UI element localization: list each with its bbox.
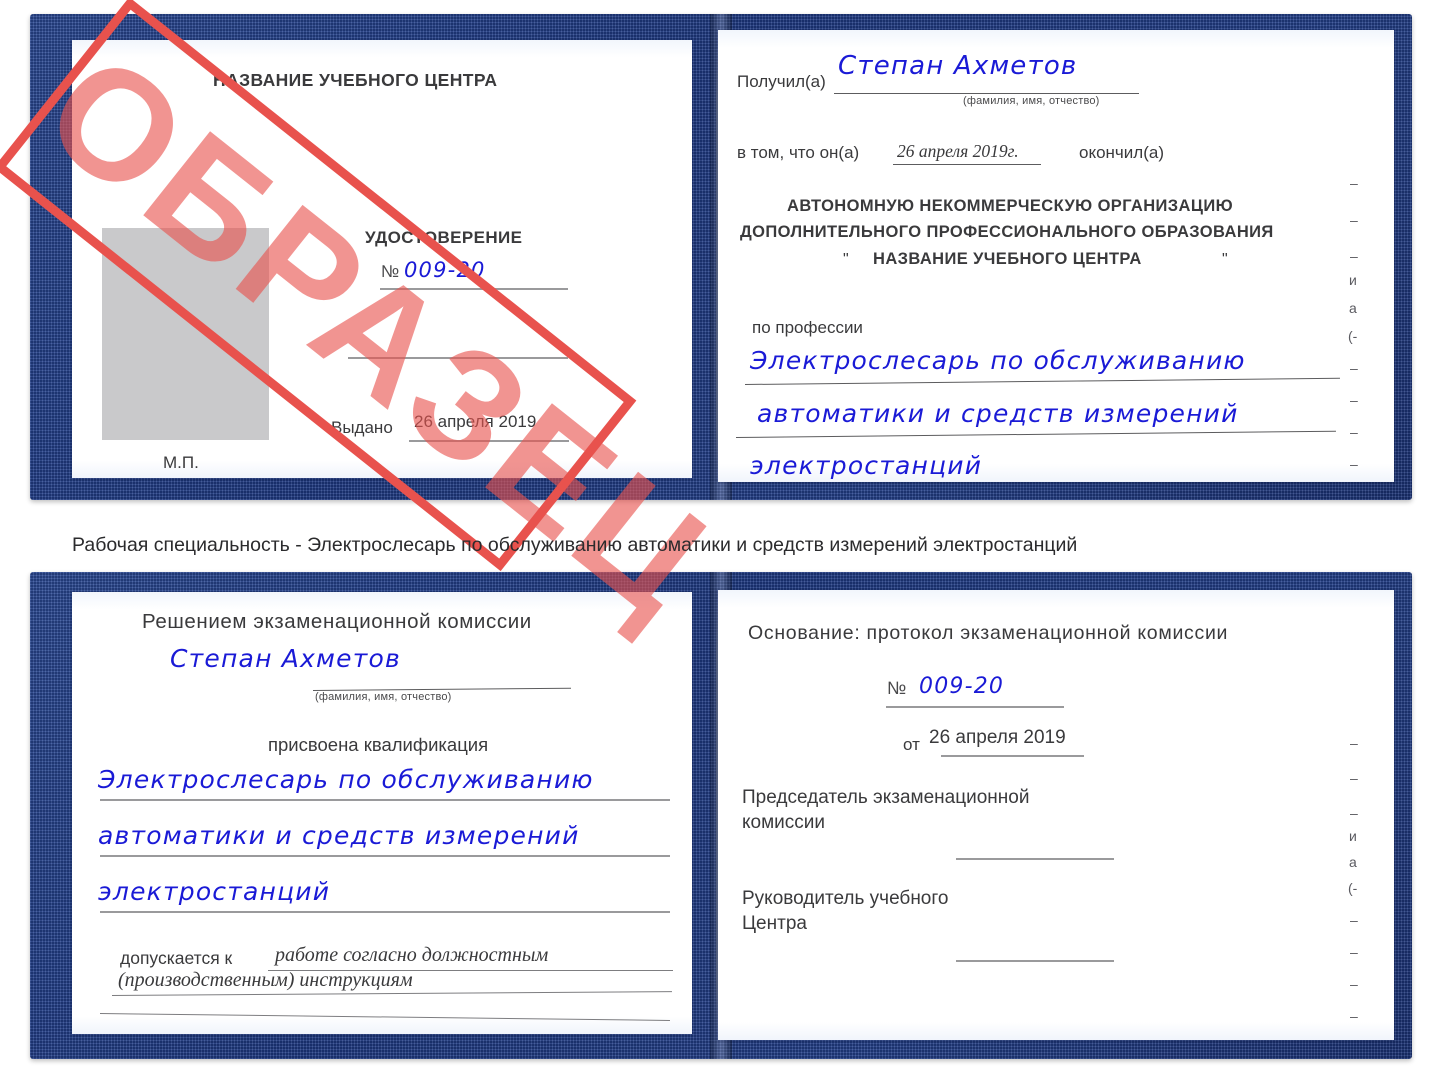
organization-line-2: ДОПОЛНИТЕЛЬНОГО ПРОФЕССИОНАЛЬНОГО ОБРАЗО… bbox=[740, 223, 1274, 241]
edge-mark-b4: а bbox=[1349, 854, 1357, 870]
edge-mark-b8: – bbox=[1350, 976, 1358, 992]
issued-label: Выдано bbox=[331, 418, 393, 437]
profession-line-2: автоматики и средств измерений bbox=[757, 399, 1239, 428]
qualification-rule-3 bbox=[100, 911, 670, 913]
admitted-line-1: работе согласно должностным bbox=[275, 944, 549, 966]
caption-text: Рабочая специальность - Электрослесарь п… bbox=[72, 534, 1078, 556]
bottom-certificate-gutter bbox=[716, 600, 718, 1032]
head-line-1: Руководитель учебного bbox=[742, 888, 949, 909]
profession-line-3: электростанций bbox=[750, 451, 983, 480]
issued-date-rule bbox=[409, 440, 569, 442]
protocol-number-value: 009-20 bbox=[919, 674, 1005, 699]
organization-quote-open: " bbox=[843, 251, 849, 268]
organization-line-1: АВТОНОМНУЮ НЕКОММЕРЧЕСКУЮ ОРГАНИЗАЦИЮ bbox=[787, 197, 1233, 215]
certificate-number-rule bbox=[380, 288, 568, 290]
edge-mark-3: и bbox=[1349, 272, 1357, 288]
edge-mark-b1: – bbox=[1350, 770, 1358, 786]
edge-mark-0: – bbox=[1350, 175, 1358, 191]
photo-placeholder bbox=[102, 228, 269, 440]
received-name-rule bbox=[834, 93, 1139, 94]
profession-line-1: Электрослесарь по обслуживанию bbox=[750, 346, 1246, 375]
bottom-name-value: Степан Ахметов bbox=[170, 644, 401, 673]
received-name-value: Степан Ахметов bbox=[838, 51, 1078, 81]
chairman-line-2: комиссии bbox=[742, 812, 825, 833]
clause-date-value: 26 апреля 2019г. bbox=[897, 141, 1019, 161]
edge-mark-6: – bbox=[1350, 360, 1358, 376]
admitted-label: допускается к bbox=[120, 948, 233, 968]
certificate-title: УДОСТОВЕРЕНИЕ bbox=[365, 228, 523, 247]
head-line-2: Центра bbox=[742, 913, 807, 934]
edge-mark-4: а bbox=[1349, 300, 1357, 316]
blank-rule-1 bbox=[348, 357, 568, 359]
protocol-number-rule bbox=[886, 706, 1064, 708]
edge-mark-b9: – bbox=[1350, 1008, 1358, 1024]
qualification-rule-1 bbox=[100, 799, 670, 801]
chairman-line-1: Председатель экзаменационной bbox=[742, 787, 1030, 808]
protocol-number-label: № bbox=[887, 678, 907, 698]
protocol-date-label: от bbox=[903, 735, 920, 754]
clause-prefix: в том, что он(а) bbox=[737, 143, 860, 162]
name-hint-top: (фамилия, имя, отчество) bbox=[963, 95, 1100, 107]
edge-mark-7: – bbox=[1350, 392, 1358, 408]
head-signature-rule bbox=[956, 960, 1114, 962]
commission-decision-heading: Решением экзаменационной комиссии bbox=[142, 610, 532, 633]
organization-quote-close: " bbox=[1222, 251, 1228, 268]
edge-mark-b3: и bbox=[1349, 828, 1357, 844]
edge-mark-5: (- bbox=[1348, 328, 1358, 344]
training-center-name-heading: НАЗВАНИЕ УЧЕБНОГО ЦЕНТРА bbox=[213, 70, 498, 90]
edge-mark-8: – bbox=[1350, 424, 1358, 440]
received-label: Получил(а) bbox=[737, 72, 826, 91]
seal-place-label: М.П. bbox=[163, 453, 199, 472]
qualification-rule-2 bbox=[100, 855, 670, 857]
clause-date-rule bbox=[893, 164, 1041, 165]
basis-label: Основание: протокол экзаменационной коми… bbox=[748, 622, 1229, 644]
edge-mark-b5: (- bbox=[1348, 880, 1358, 896]
organization-line-3: НАЗВАНИЕ УЧЕБНОГО ЦЕНТРА bbox=[873, 250, 1142, 268]
protocol-date-value: 26 апреля 2019 bbox=[929, 727, 1066, 748]
protocol-date-rule bbox=[941, 755, 1084, 757]
profession-label: по профессии bbox=[752, 318, 863, 337]
qualification-line-3: электростанций bbox=[98, 877, 331, 906]
name-hint-bottom: (фамилия, имя, отчество) bbox=[315, 691, 452, 703]
top-certificate-gutter bbox=[716, 48, 718, 478]
qualification-line-2: автоматики и средств измерений bbox=[98, 821, 580, 850]
edge-mark-1: – bbox=[1350, 212, 1358, 228]
edge-mark-b7: – bbox=[1350, 944, 1358, 960]
edge-mark-b2: – bbox=[1350, 805, 1358, 821]
qualification-label: присвоена квалификация bbox=[268, 734, 489, 755]
clause-suffix: окончил(а) bbox=[1079, 143, 1164, 162]
admitted-line-2: (производственным) инструкциям bbox=[118, 969, 413, 991]
edge-mark-b0: – bbox=[1350, 735, 1358, 751]
certificate-number-value: 009-20 bbox=[404, 258, 486, 282]
qualification-line-1: Электрослесарь по обслуживанию bbox=[98, 765, 594, 794]
edge-mark-9: – bbox=[1350, 456, 1358, 472]
edge-mark-2: – bbox=[1350, 248, 1358, 264]
certificate-number-label: № bbox=[381, 262, 400, 281]
edge-mark-b6: – bbox=[1350, 912, 1358, 928]
issued-date-value: 26 апреля 2019 bbox=[414, 412, 537, 431]
chairman-signature-rule bbox=[956, 858, 1114, 860]
